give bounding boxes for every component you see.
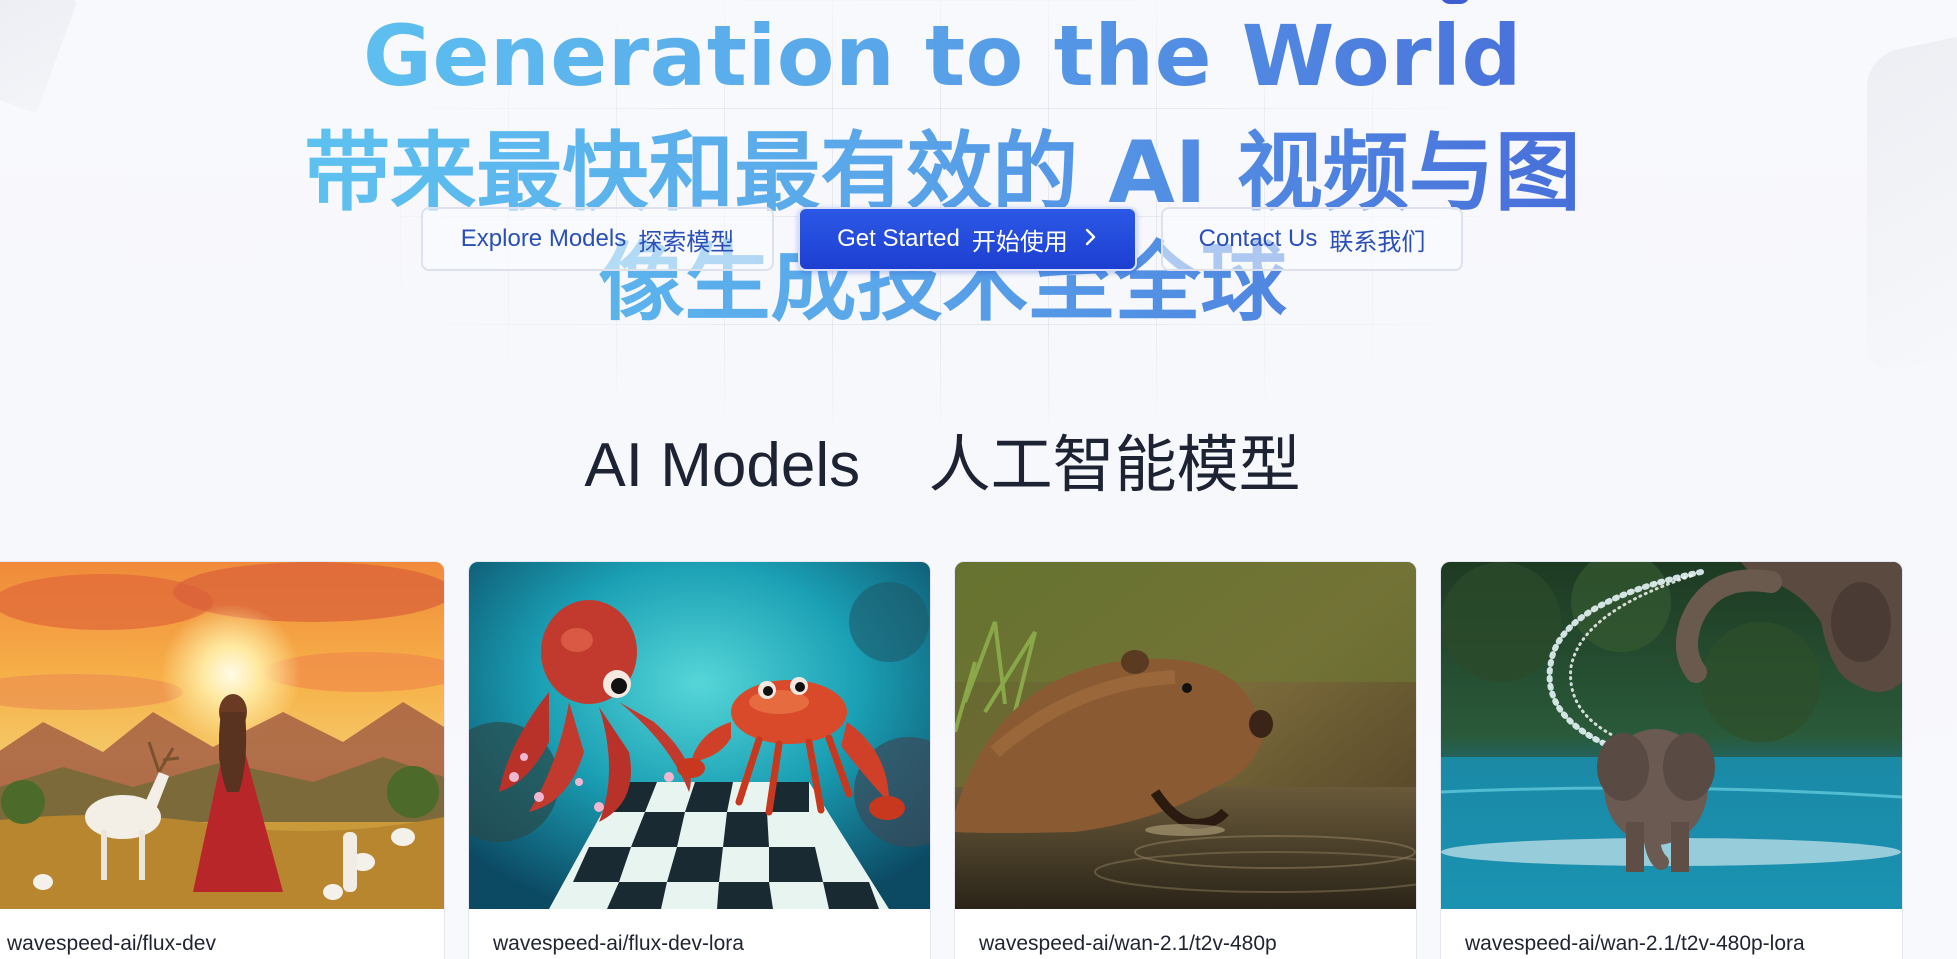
- model-card-list: wavespeed-ai/flux-dev wavespeed-ai/flux-…: [0, 561, 1957, 959]
- chevron-right-icon: [1084, 227, 1098, 252]
- contact-us-label-zh: 联系我们: [1329, 228, 1426, 256]
- capybara-water-image: [955, 562, 1416, 909]
- get-started-label-en: Get Started: [837, 225, 960, 252]
- ai-models-title-en: AI Models: [584, 431, 861, 500]
- model-card[interactable]: wavespeed-ai/flux-dev-lora: [468, 561, 931, 959]
- model-card[interactable]: wavespeed-ai/wan-2.1/t2v-480p: [954, 561, 1417, 959]
- contact-us-label-en: Contact Us: [1198, 225, 1318, 252]
- model-name: wavespeed-ai/flux-dev: [7, 932, 216, 955]
- explore-models-label-zh: 探索模型: [638, 228, 735, 256]
- girl-with-deer-sunset-image: [0, 562, 444, 909]
- model-name: wavespeed-ai/flux-dev-lora: [493, 932, 744, 955]
- cta-button-row: Explore Models 探索模型 Get Started 开始使用 Con…: [0, 207, 1957, 271]
- model-card[interactable]: wavespeed-ai/wan-2.1/t2v-480p-lora: [1440, 561, 1903, 959]
- octopus-crab-chess-image: [469, 562, 930, 909]
- get-started-button[interactable]: Get Started 开始使用: [798, 207, 1137, 271]
- elephants-splashing-image: [1441, 562, 1902, 909]
- contact-us-button[interactable]: Contact Us 联系我们: [1161, 207, 1463, 271]
- model-card[interactable]: wavespeed-ai/flux-dev: [0, 561, 445, 959]
- hero-headline-english: Generation to the World: [0, 6, 1885, 106]
- model-name: wavespeed-ai/wan-2.1/t2v-480p: [979, 932, 1277, 955]
- get-started-label-zh: 开始使用: [971, 228, 1068, 256]
- landing-page: Generation to the World 带来最快和最有效的 AI 视频与…: [0, 0, 1957, 959]
- ai-models-section-title: AI Models 人工智能模型: [0, 426, 1885, 506]
- explore-models-label-en: Explore Models: [460, 225, 627, 252]
- ai-models-title-zh: 人工智能模型: [928, 431, 1301, 500]
- model-name: wavespeed-ai/wan-2.1/t2v-480p-lora: [1465, 932, 1805, 955]
- explore-models-button[interactable]: Explore Models 探索模型: [421, 207, 774, 271]
